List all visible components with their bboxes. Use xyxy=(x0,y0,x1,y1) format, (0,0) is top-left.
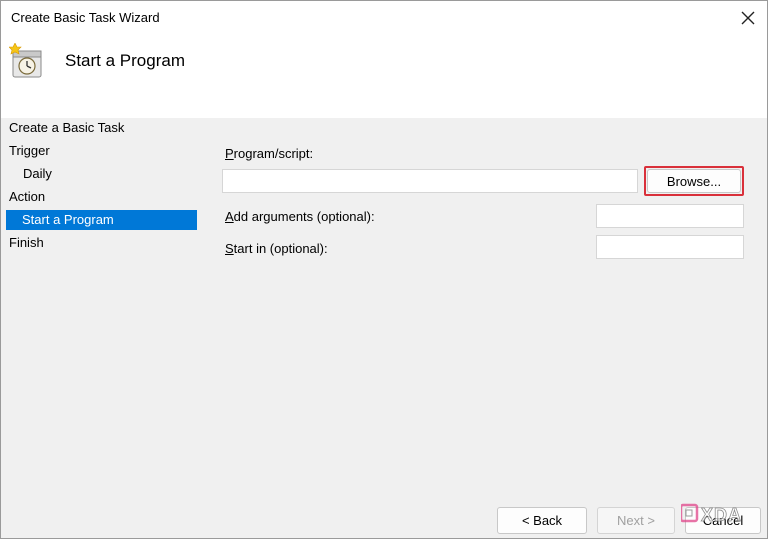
title-bar: Create Basic Task Wizard xyxy=(1,1,767,35)
add-arguments-input[interactable] xyxy=(596,204,744,228)
window-title: Create Basic Task Wizard xyxy=(11,10,160,25)
step-create-basic-task: Create a Basic Task xyxy=(9,120,125,135)
start-in-label: Start in (optional): xyxy=(225,241,328,256)
step-trigger: Trigger xyxy=(9,143,50,158)
program-script-label: Program/script: xyxy=(225,146,314,161)
page-title: Start a Program xyxy=(65,51,185,70)
program-script-input[interactable] xyxy=(222,169,638,193)
back-button[interactable]: < Back xyxy=(497,507,587,534)
add-arguments-label: Add arguments (optional): xyxy=(225,209,375,224)
svg-text:XDA: XDA xyxy=(701,505,742,525)
browse-button[interactable]: Browse... xyxy=(647,169,741,193)
start-in-input[interactable] xyxy=(596,235,744,259)
close-button[interactable] xyxy=(737,7,759,29)
step-finish: Finish xyxy=(9,235,44,250)
next-button[interactable]: Next > xyxy=(597,507,675,534)
wizard-window: Create Basic Task Wizard Start a Program… xyxy=(0,0,768,539)
step-daily: Daily xyxy=(23,166,52,181)
xda-watermark-logo: XDA xyxy=(681,503,742,525)
task-clock-icon xyxy=(9,43,42,78)
close-icon xyxy=(741,11,755,25)
step-action: Action xyxy=(9,189,46,204)
wizard-header: Start a Program xyxy=(1,35,767,118)
step-start-a-program: Start a Program xyxy=(6,210,197,230)
